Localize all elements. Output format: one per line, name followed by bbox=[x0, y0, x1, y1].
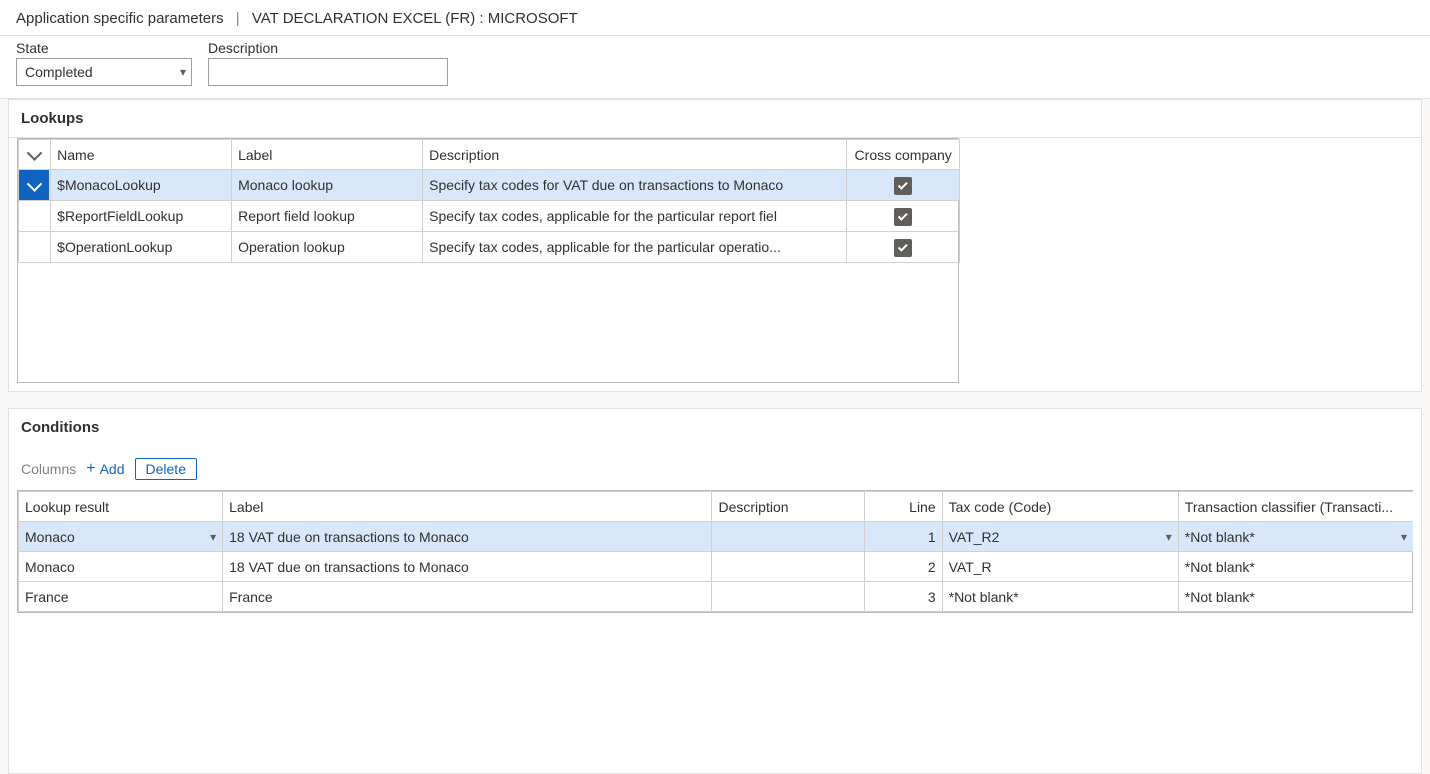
state-field: State ▾ bbox=[16, 40, 192, 86]
lookup-description-cell[interactable]: Specify tax codes for VAT due on transac… bbox=[423, 170, 847, 201]
check-icon bbox=[898, 180, 908, 190]
lookups-grid: Name Label Description Cross company $Mo… bbox=[17, 138, 959, 383]
table-row[interactable]: $OperationLookupOperation lookupSpecify … bbox=[19, 232, 960, 263]
add-button[interactable]: + Add bbox=[86, 461, 124, 477]
table-row[interactable]: $MonacoLookupMonaco lookupSpecify tax co… bbox=[19, 170, 960, 201]
condition-label-cell[interactable]: 18 VAT due on transactions to Monaco bbox=[223, 552, 712, 582]
tax-code-value: *Not blank* bbox=[949, 589, 1019, 605]
transaction-classifier-value: *Not blank* bbox=[1185, 529, 1255, 545]
lookup-cross-cell[interactable] bbox=[847, 232, 960, 263]
lookup-cross-cell[interactable] bbox=[847, 201, 960, 232]
condition-line-cell[interactable]: 2 bbox=[864, 552, 942, 582]
conditions-col-description[interactable]: Description bbox=[712, 492, 864, 522]
conditions-section: Conditions Columns + Add Delete Lookup r… bbox=[8, 408, 1422, 774]
row-selector[interactable] bbox=[19, 232, 49, 262]
lookups-header-row: Name Label Description Cross company bbox=[19, 140, 960, 170]
lookup-result-cell[interactable]: Monaco bbox=[19, 552, 223, 582]
breadcrumb-leaf: VAT DECLARATION EXCEL (FR) : MICROSOFT bbox=[252, 10, 578, 27]
lookup-result-value: Monaco bbox=[25, 559, 75, 575]
lookup-label-cell[interactable]: Report field lookup bbox=[232, 201, 423, 232]
lookups-section: Lookups Name Label Description Cross com… bbox=[8, 99, 1422, 392]
lookups-col-cross[interactable]: Cross company bbox=[847, 140, 960, 170]
conditions-col-transaction-classifier[interactable]: Transaction classifier (Transacti... bbox=[1178, 492, 1413, 522]
conditions-header-row: Lookup result Label Description Line Tax… bbox=[19, 492, 1414, 522]
state-label: State bbox=[16, 40, 192, 56]
lookup-result-cell[interactable]: Monaco ▾ bbox=[19, 522, 223, 552]
tax-code-value: VAT_R bbox=[949, 559, 992, 575]
lookup-result-cell[interactable]: France bbox=[19, 582, 223, 612]
table-row[interactable]: France France 3 *Not blank* *Not blank* bbox=[19, 582, 1414, 612]
table-row[interactable]: $ReportFieldLookupReport field lookupSpe… bbox=[19, 201, 960, 232]
row-selector-cell[interactable] bbox=[19, 170, 51, 201]
tax-code-value: VAT_R2 bbox=[949, 529, 1000, 545]
table-row[interactable]: Monaco 18 VAT due on transactions to Mona… bbox=[19, 552, 1414, 582]
lookup-label-cell[interactable]: Operation lookup bbox=[232, 232, 423, 263]
lookup-result-value: Monaco bbox=[25, 529, 75, 545]
chevron-down-icon: ▾ bbox=[210, 530, 216, 544]
condition-description-cell[interactable] bbox=[712, 552, 864, 582]
description-label: Description bbox=[208, 40, 448, 56]
condition-description-cell[interactable] bbox=[712, 522, 864, 552]
lookup-cross-cell[interactable] bbox=[847, 170, 960, 201]
plus-icon: + bbox=[86, 461, 95, 477]
lookups-col-description[interactable]: Description bbox=[423, 140, 847, 170]
lookup-name-cell[interactable]: $MonacoLookup bbox=[51, 170, 232, 201]
lookup-description-cell[interactable]: Specify tax codes, applicable for the pa… bbox=[423, 201, 847, 232]
lookup-name-cell[interactable]: $OperationLookup bbox=[51, 232, 232, 263]
conditions-title: Conditions bbox=[9, 409, 1421, 446]
check-icon bbox=[898, 242, 908, 252]
tax-code-cell[interactable]: VAT_R bbox=[942, 552, 1178, 582]
tax-code-cell[interactable]: VAT_R2 ▾ bbox=[942, 522, 1178, 552]
header-form: State ▾ Description bbox=[0, 36, 1430, 99]
checkbox-checked-icon[interactable] bbox=[894, 177, 912, 195]
lookups-col-label[interactable]: Label bbox=[232, 140, 423, 170]
conditions-col-tax-code[interactable]: Tax code (Code) bbox=[942, 492, 1178, 522]
chevron-down-icon: ▾ bbox=[1401, 530, 1407, 544]
description-input[interactable] bbox=[208, 58, 448, 86]
lookup-name-cell[interactable]: $ReportFieldLookup bbox=[51, 201, 232, 232]
transaction-classifier-cell[interactable]: *Not blank* bbox=[1178, 552, 1413, 582]
table-row[interactable]: Monaco ▾ 18 VAT due on transactions to Mon… bbox=[19, 522, 1414, 552]
description-field: Description bbox=[208, 40, 448, 86]
conditions-col-label[interactable]: Label bbox=[223, 492, 712, 522]
row-selector-cell[interactable] bbox=[19, 201, 51, 232]
transaction-classifier-value: *Not blank* bbox=[1185, 589, 1255, 605]
breadcrumb-page: Application specific parameters bbox=[16, 10, 224, 27]
row-selector-cell[interactable] bbox=[19, 232, 51, 263]
transaction-classifier-value: *Not blank* bbox=[1185, 559, 1255, 575]
conditions-col-line[interactable]: Line bbox=[864, 492, 942, 522]
tax-code-cell[interactable]: *Not blank* bbox=[942, 582, 1178, 612]
lookups-col-select[interactable] bbox=[19, 140, 51, 170]
check-icon bbox=[26, 176, 42, 192]
lookups-col-name[interactable]: Name bbox=[51, 140, 232, 170]
breadcrumb: Application specific parameters | VAT DE… bbox=[0, 0, 1430, 36]
row-selector[interactable] bbox=[19, 201, 49, 231]
delete-button[interactable]: Delete bbox=[135, 458, 197, 480]
lookups-title: Lookups bbox=[9, 100, 1421, 138]
check-icon bbox=[898, 211, 908, 221]
chevron-down-icon: ▾ bbox=[1166, 530, 1172, 544]
transaction-classifier-cell[interactable]: *Not blank* bbox=[1178, 582, 1413, 612]
lookup-description-cell[interactable]: Specify tax codes, applicable for the pa… bbox=[423, 232, 847, 263]
condition-line-cell[interactable]: 1 bbox=[864, 522, 942, 552]
conditions-col-lookup-result[interactable]: Lookup result bbox=[19, 492, 223, 522]
lookup-label-cell[interactable]: Monaco lookup bbox=[232, 170, 423, 201]
condition-description-cell[interactable] bbox=[712, 582, 864, 612]
condition-line-cell[interactable]: 3 bbox=[864, 582, 942, 612]
conditions-toolbar: Columns + Add Delete bbox=[9, 446, 1421, 490]
checkbox-checked-icon[interactable] bbox=[894, 208, 912, 226]
columns-label: Columns bbox=[21, 461, 76, 477]
row-selector[interactable] bbox=[19, 170, 49, 200]
transaction-classifier-cell[interactable]: *Not blank* ▾ bbox=[1178, 522, 1413, 552]
breadcrumb-separator: | bbox=[236, 10, 240, 27]
state-select[interactable] bbox=[16, 58, 192, 86]
add-button-label: Add bbox=[100, 461, 125, 477]
condition-label-cell[interactable]: France bbox=[223, 582, 712, 612]
lookup-result-value: France bbox=[25, 589, 69, 605]
check-icon bbox=[27, 145, 43, 161]
conditions-grid: Lookup result Label Description Line Tax… bbox=[17, 490, 1413, 613]
condition-label-cell[interactable]: 18 VAT due on transactions to Monaco bbox=[223, 522, 712, 552]
checkbox-checked-icon[interactable] bbox=[894, 239, 912, 257]
